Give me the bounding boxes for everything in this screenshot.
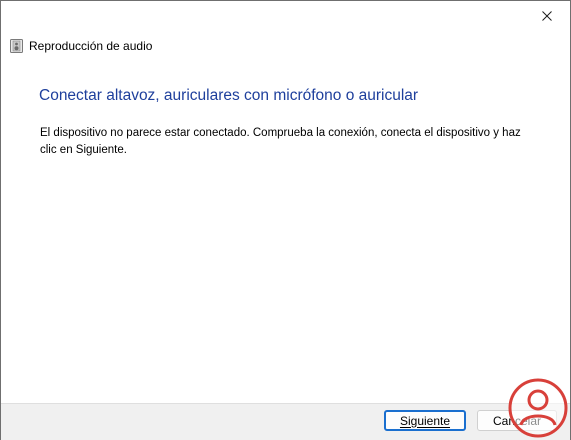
wizard-title: Reproducción de audio	[29, 39, 153, 53]
user-silhouette-logo	[508, 378, 568, 438]
wizard-footer: Siguiente Cancelar	[1, 403, 570, 440]
instructions-text: El dispositivo no parece estar conectado…	[40, 127, 521, 156]
next-button[interactable]: Siguiente	[384, 410, 466, 431]
wizard-content: Conectar altavoz, auriculares con micróf…	[1, 63, 570, 403]
wizard-header: Reproducción de audio	[1, 31, 570, 63]
audio-playback-wizard-window: Reproducción de audio Conectar altavoz, …	[0, 0, 571, 440]
close-button[interactable]	[524, 1, 570, 31]
next-button-label: Siguiente	[399, 413, 451, 428]
title-bar	[1, 1, 570, 31]
page-heading: Conectar altavoz, auriculares con micróf…	[39, 87, 419, 104]
close-icon	[542, 11, 552, 21]
speaker-device-icon	[10, 39, 23, 53]
